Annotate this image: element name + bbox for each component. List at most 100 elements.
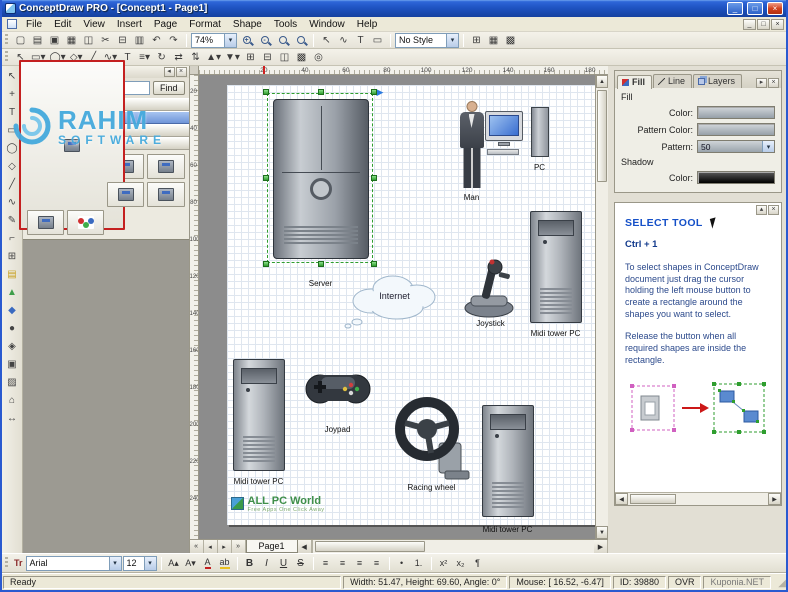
shape-internet-cloud[interactable]: Internet	[339, 265, 451, 329]
vertical-scroll-thumb[interactable]	[597, 90, 607, 182]
last-page-button[interactable]: »	[232, 540, 246, 553]
mdi-minimize-button[interactable]: _	[743, 19, 756, 30]
resize-grip[interactable]: ◢	[772, 575, 786, 589]
home-tool-icon[interactable]: ⌂	[3, 392, 21, 409]
panel-close-icon[interactable]: ×	[176, 67, 187, 77]
toolbar-grip[interactable]	[5, 51, 8, 63]
toolbar-grip[interactable]	[5, 557, 8, 569]
open-document-icon[interactable]: ▤	[29, 33, 46, 48]
hatch-tool-icon[interactable]: ▨	[3, 374, 21, 391]
tab-line[interactable]: Line	[653, 74, 692, 88]
selection-handle[interactable]	[263, 89, 269, 95]
tab-fill[interactable]: Fill	[617, 75, 652, 89]
vertical-ruler[interactable]: 20406080100120140160180200220240	[190, 75, 199, 539]
help-panel-scrollbar[interactable]: ◀ ▶	[615, 492, 781, 505]
new-document-icon[interactable]: ▢	[12, 33, 29, 48]
mdi-close-button[interactable]: ×	[771, 19, 784, 30]
library-shape-thumb[interactable]	[27, 210, 64, 235]
connector-tool-icon[interactable]: ∿	[335, 33, 352, 48]
chevron-down-icon[interactable]: ▾	[446, 34, 458, 47]
library-shape-thumb[interactable]	[147, 182, 184, 207]
zoom-combo[interactable]: 74% ▾	[191, 33, 237, 48]
panel-close-icon[interactable]: ×	[768, 78, 779, 88]
flip-horizontal-icon[interactable]: ⇄	[170, 50, 187, 65]
library-shape-thumb[interactable]	[147, 154, 184, 179]
copy-icon[interactable]: ⊟	[114, 33, 131, 48]
zoom-selection-button[interactable]	[292, 33, 309, 48]
shape-midi-tower-pc[interactable]: Midi tower PC	[229, 359, 289, 495]
drawing-page[interactable]: ▶	[227, 85, 595, 525]
mdi-restore-button[interactable]: □	[757, 19, 770, 30]
previous-page-button[interactable]: ◂	[204, 540, 218, 553]
increase-font-button[interactable]: A▴	[166, 555, 182, 571]
scroll-up-icon[interactable]: ▲	[596, 75, 608, 88]
zoom-out-button[interactable]: -	[256, 33, 273, 48]
grid-toggle-icon[interactable]: ▩	[502, 33, 519, 48]
subscript-button[interactable]: x₂	[453, 555, 469, 571]
bring-to-front-icon[interactable]: ▲▾	[204, 50, 223, 65]
library-shape-thumb-colorful[interactable]	[67, 210, 104, 235]
scroll-left-icon[interactable]: ◀	[615, 493, 628, 505]
panel-collapse-icon[interactable]: ◂	[164, 67, 175, 77]
paragraph-button[interactable]: ¶	[470, 555, 486, 571]
scroll-right-icon[interactable]: ▶	[594, 540, 608, 553]
menu-item[interactable]: Format	[183, 18, 227, 31]
diamond-tool-icon[interactable]: ◆	[3, 302, 21, 319]
shape-pc[interactable]: PC	[485, 107, 557, 177]
font-family-combo[interactable]: Arial ▾	[26, 556, 122, 571]
pattern-dropdown[interactable]: 50 ▾	[697, 140, 775, 153]
chevron-down-icon[interactable]: ▾	[144, 557, 156, 570]
menu-item[interactable]: Tools	[268, 18, 303, 31]
chart-icon[interactable]: ▦	[485, 33, 502, 48]
minimize-button[interactable]: _	[727, 2, 743, 15]
font-size-combo[interactable]: 12 ▾	[123, 556, 157, 571]
selection-handle[interactable]	[371, 89, 377, 95]
layers-icon[interactable]: ◫	[276, 50, 293, 65]
flip-vertical-icon[interactable]: ⇅	[187, 50, 204, 65]
print-icon[interactable]: ▦	[63, 33, 80, 48]
undo-icon[interactable]: ↶	[148, 33, 165, 48]
find-button[interactable]: Find	[153, 81, 185, 95]
highlight-color-button[interactable]: ab	[217, 555, 233, 571]
pattern-color-swatch[interactable]	[697, 123, 775, 136]
scroll-right-icon[interactable]: ▶	[768, 493, 781, 505]
chevron-down-icon[interactable]: ▾	[109, 557, 121, 570]
canvas-viewport[interactable]: ▶	[199, 75, 595, 539]
library-shape-thumb[interactable]	[107, 182, 144, 207]
toolbar-grip[interactable]	[5, 34, 8, 46]
tab-layers[interactable]: Layers	[693, 74, 742, 88]
align-right-button[interactable]: ≡	[352, 555, 368, 571]
send-to-back-icon[interactable]: ▼▾	[223, 50, 242, 65]
snap-grid-icon[interactable]: ▩	[293, 50, 310, 65]
maximize-button[interactable]: □	[747, 2, 763, 15]
vertical-scroll-track[interactable]	[596, 88, 608, 526]
panel-close-icon[interactable]: ×	[768, 205, 779, 215]
save-icon[interactable]: ▣	[46, 33, 63, 48]
menu-item[interactable]: File	[20, 18, 48, 31]
scroll-left-icon[interactable]: ◀	[298, 540, 312, 553]
zoom-in-button[interactable]: +	[238, 33, 255, 48]
pointer-tool-icon[interactable]: ↖	[318, 33, 335, 48]
style-combo[interactable]: No Style ▾	[395, 33, 459, 48]
italic-button[interactable]: I	[259, 555, 275, 571]
presentation-icon[interactable]: ◎	[310, 50, 327, 65]
next-page-button[interactable]: ▸	[218, 540, 232, 553]
align-left-button[interactable]: ≡	[318, 555, 334, 571]
font-color-button[interactable]: A	[200, 555, 216, 571]
smart-action-icon[interactable]: ▶	[377, 87, 384, 98]
menu-item[interactable]: Edit	[48, 18, 77, 31]
table-tool-icon[interactable]: ▤	[3, 266, 21, 283]
text-tool-icon[interactable]: T	[352, 33, 369, 48]
shadow-color-swatch[interactable]	[697, 171, 775, 184]
first-page-button[interactable]: «	[190, 540, 204, 553]
shape-joypad[interactable]: Joypad	[305, 365, 371, 439]
chevron-down-icon[interactable]: ▾	[762, 141, 774, 152]
bullet-list-button[interactable]: •	[394, 555, 410, 571]
selection-handle[interactable]	[318, 261, 324, 267]
fill-color-swatch[interactable]	[697, 106, 775, 119]
redo-icon[interactable]: ↷	[165, 33, 182, 48]
zoom-page-button[interactable]	[274, 33, 291, 48]
shape-midi-tower-pc[interactable]: Midi tower PC	[527, 211, 585, 347]
vertical-scrollbar[interactable]: ▲ ▼	[595, 75, 608, 539]
shape-midi-tower-pc[interactable]: Midi tower PC	[475, 405, 541, 539]
